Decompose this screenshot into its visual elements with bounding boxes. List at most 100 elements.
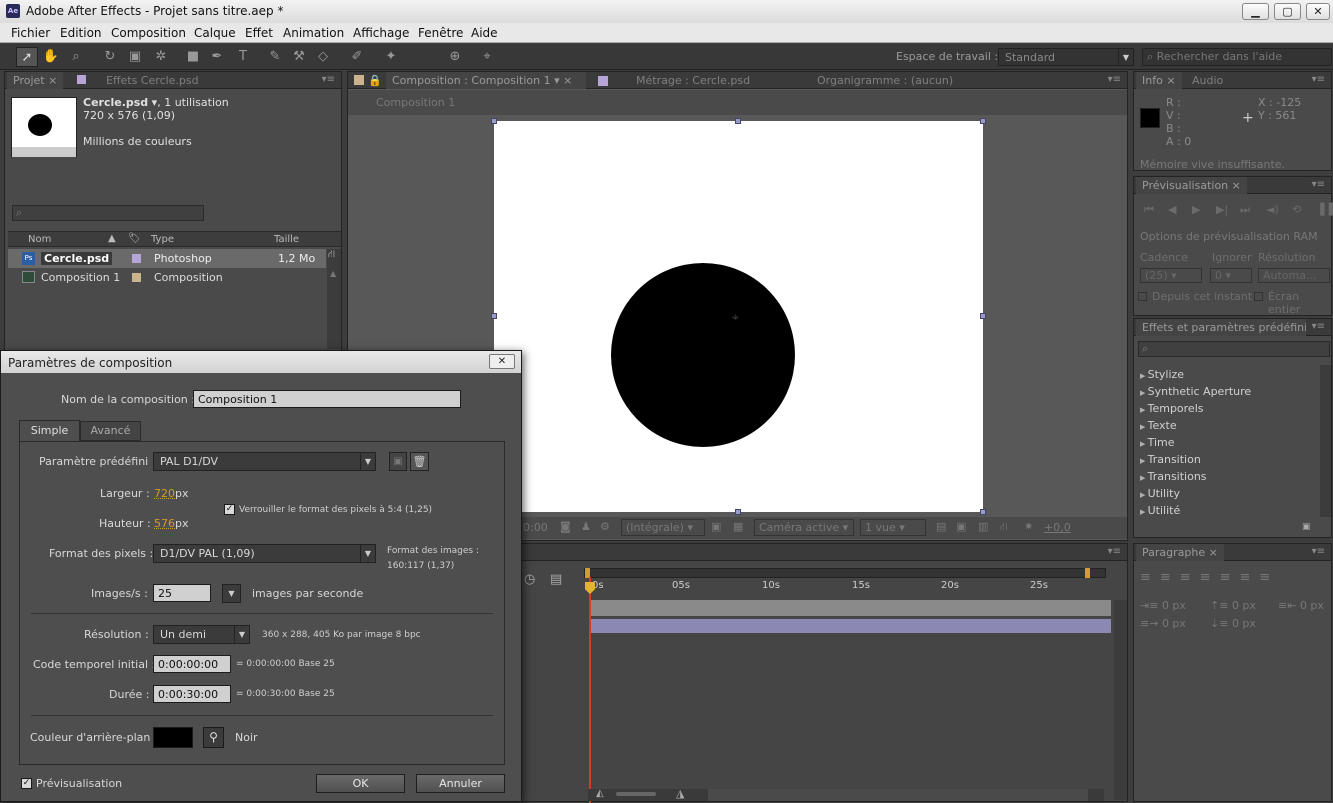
ok-button[interactable]: OK	[316, 774, 405, 793]
minimize-button[interactable]: ▁	[1242, 3, 1269, 20]
tab-metrage[interactable]: Métrage : Cercle.psd	[630, 72, 756, 89]
resolution-select[interactable]: Un demi ▼	[153, 625, 250, 644]
indent-left[interactable]: ⇥≡ 0 px	[1140, 599, 1186, 612]
current-time-indicator[interactable]	[589, 577, 591, 803]
effect-category-transition[interactable]: Transition	[1140, 453, 1201, 466]
zoom-slider[interactable]	[616, 792, 656, 796]
tab-effets[interactable]: Effets et paramètres prédéfinis	[1136, 319, 1306, 336]
label-tag-icon[interactable]: 🏷	[128, 233, 141, 244]
space-after[interactable]: ⇣≡ 0 px	[1210, 617, 1256, 630]
frame-rate-input[interactable]: 25	[153, 584, 211, 602]
height-value[interactable]: 576	[154, 517, 175, 530]
tab-paragraphe[interactable]: Paragraphe ×	[1136, 544, 1224, 561]
preview-checkbox[interactable]: ✓	[21, 778, 32, 789]
alignment-buttons[interactable]: ≡≡≡≡≡≡≡	[1140, 570, 1279, 585]
maximize-button[interactable]: ▢	[1274, 3, 1301, 20]
timeline-hscrollbar[interactable]: ◭ ◮	[588, 787, 1104, 801]
tab-composition[interactable]: Composition : Composition 1 ▾ ×	[386, 72, 586, 89]
comp-canvas[interactable]: ⌖	[491, 118, 986, 515]
selection-tool-icon[interactable]: ➚	[16, 47, 38, 67]
rectangle-tool-icon[interactable]: ■	[182, 47, 204, 67]
camera-select[interactable]: Caméra active ▾	[754, 519, 854, 536]
tab-simple[interactable]: Simple	[19, 420, 80, 441]
scroll-up-icon[interactable]: ▲	[330, 269, 336, 278]
hscroll-thumb[interactable]	[708, 789, 1088, 801]
first-frame-icon[interactable]: ⏮	[1144, 203, 1154, 217]
eyedropper-icon[interactable]: ⚲	[203, 727, 224, 748]
views-select[interactable]: 1 vue ▾	[860, 519, 926, 536]
cadence-select[interactable]: (25) ▾	[1140, 268, 1202, 283]
hierarchy-icon[interactable]: ⛙	[328, 249, 335, 262]
preset-select[interactable]: PAL D1/DV ▼	[153, 452, 376, 471]
effects-scrollbar[interactable]	[1320, 365, 1331, 517]
layer-bar-cercle[interactable]	[589, 619, 1111, 633]
ignore-select[interactable]: 0 ▾	[1210, 268, 1252, 283]
column-taille[interactable]: Taille	[274, 234, 299, 245]
eraser-tool-icon[interactable]: ◇	[312, 47, 334, 67]
fast-previews-icon[interactable]: ▣	[956, 520, 966, 533]
transparency-grid-icon[interactable]: ▦	[733, 520, 743, 533]
column-nom[interactable]: Nom	[28, 234, 51, 245]
frame-rate-dropdown[interactable]: ▼	[222, 584, 241, 603]
space-before[interactable]: ⇡≡ 0 px	[1210, 599, 1256, 612]
workspace-select[interactable]: Standard ▼	[998, 48, 1134, 66]
breadcrumb[interactable]: Composition 1	[376, 96, 455, 109]
menu-aide[interactable]: Aide	[471, 26, 498, 40]
effect-category-temporels[interactable]: Temporels	[1140, 402, 1204, 415]
black-circle-layer[interactable]	[611, 263, 795, 447]
handle-br[interactable]	[980, 509, 986, 515]
region-of-interest-icon[interactable]: ▣	[711, 520, 721, 533]
lock-aspect-checkbox[interactable]: ✓	[224, 504, 235, 515]
hand-tool-icon[interactable]: ✋	[40, 47, 62, 67]
pen-tool-icon[interactable]: ✒	[206, 47, 228, 67]
preview-resolution-select[interactable]: Automa... ▾	[1258, 268, 1330, 283]
effects-search-input[interactable]: ⌕	[1138, 341, 1330, 357]
handle-ml[interactable]	[491, 313, 497, 319]
handle-bm[interactable]	[735, 509, 741, 515]
close-window-button[interactable]: ✕	[1306, 3, 1330, 20]
roto-brush-tool-icon[interactable]: ✐	[346, 47, 368, 67]
tab-effets-cercle[interactable]: Effets Cercle.psd	[71, 72, 205, 89]
toggle-pixel-aspect-icon[interactable]: ▤	[936, 520, 946, 533]
panel-menu-icon[interactable]: ▾≡	[1312, 546, 1325, 557]
pixel-aspect-select[interactable]: D1/DV PAL (1,09) ▼	[153, 544, 376, 563]
menu-fichier[interactable]: Fichier	[11, 26, 50, 40]
play-icon[interactable]: ▶	[1192, 203, 1200, 216]
menu-animation[interactable]: Animation	[283, 26, 344, 40]
tab-audio[interactable]: Audio	[1186, 72, 1229, 89]
timeline-scrollbar[interactable]	[1114, 600, 1127, 800]
delete-preset-icon[interactable]: 🗑	[410, 452, 429, 471]
first-line-indent[interactable]: ≡→ 0 px	[1140, 617, 1186, 630]
snap-icon[interactable]: ⌖	[476, 47, 498, 67]
work-area-end[interactable]	[1085, 568, 1090, 578]
tab-organigramme[interactable]: Organigramme : (aucun)	[811, 72, 959, 89]
panel-menu-icon[interactable]: ▾≡	[1312, 321, 1325, 332]
exposure-value[interactable]: +0,0	[1044, 521, 1071, 534]
effect-category-time[interactable]: Time	[1140, 436, 1175, 449]
stopwatch-icon[interactable]: ◷	[524, 572, 535, 587]
tab-avance[interactable]: Avancé	[80, 421, 141, 441]
from-now-checkbox[interactable]	[1138, 292, 1147, 301]
show-snapshot-icon[interactable]: ♟	[581, 520, 591, 533]
channel-icon[interactable]: ⚙	[600, 520, 610, 533]
clone-stamp-tool-icon[interactable]: ⚒	[288, 47, 310, 67]
effect-category-texte[interactable]: Texte	[1140, 419, 1177, 432]
brush-tool-icon[interactable]: ✎	[264, 47, 286, 67]
new-preset-icon[interactable]: ▣	[1302, 522, 1311, 532]
save-preset-icon[interactable]: ▣	[389, 452, 407, 471]
zoom-out-icon[interactable]: ◭	[596, 788, 604, 799]
start-timecode-input[interactable]: 0:00:00:00	[153, 655, 231, 673]
duration-input[interactable]: 0:00:30:00	[153, 685, 231, 703]
snapshot-icon[interactable]: ◙	[560, 520, 571, 533]
previous-frame-icon[interactable]: ◀	[1168, 203, 1176, 216]
loop-icon[interactable]: ⟲	[1292, 203, 1301, 216]
exposure-icon[interactable]: ✷	[1024, 520, 1033, 533]
current-time-display[interactable]: 0:00	[523, 521, 548, 534]
effect-category-synthetic-aperture[interactable]: Synthetic Aperture	[1140, 385, 1252, 398]
flowchart-icon[interactable]: ⛙	[1000, 520, 1008, 535]
audio-icon[interactable]: ◄)	[1266, 203, 1279, 216]
fullscreen-checkbox[interactable]	[1254, 292, 1263, 301]
camera-tool-icon[interactable]: ▣	[124, 47, 146, 67]
zoom-tool-icon[interactable]: ⌕	[65, 47, 87, 67]
rotate-tool-icon[interactable]: ↻	[99, 47, 121, 67]
